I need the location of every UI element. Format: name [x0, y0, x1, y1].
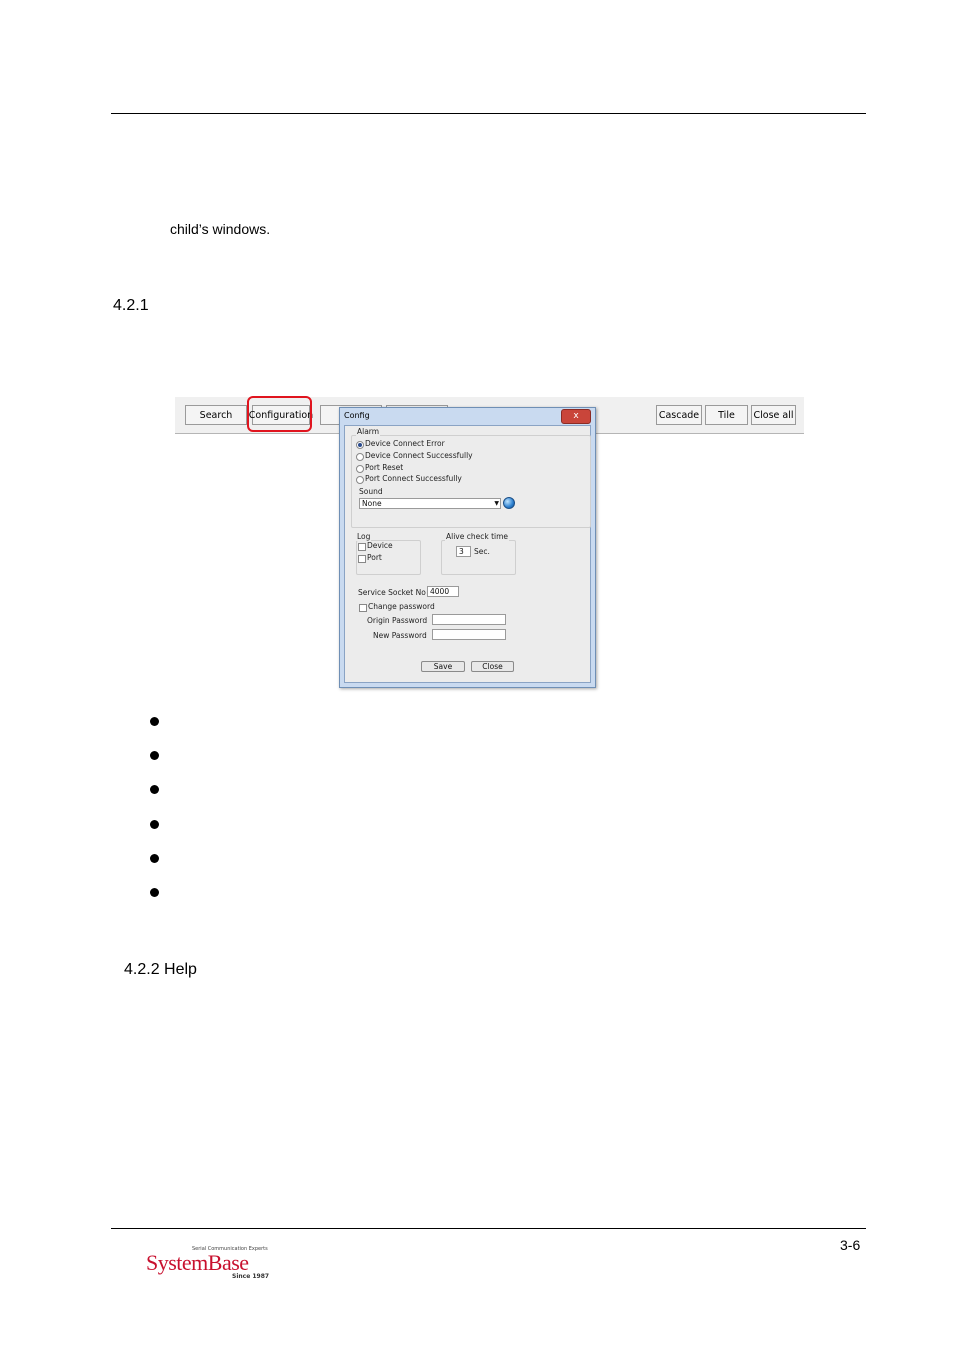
change-password-label: Change password — [368, 602, 435, 611]
alive-check-unit: Sec. — [474, 547, 490, 556]
sound-select[interactable]: None ▼ — [359, 498, 501, 509]
bullet-point — [150, 888, 159, 897]
alive-check-input[interactable]: 3 — [456, 546, 471, 557]
radio-port-connect-successfully[interactable] — [356, 476, 364, 484]
configuration-highlight — [247, 396, 312, 432]
dialog-client-area: Alarm Device Connect Error Device Connec… — [344, 425, 591, 683]
log-device-label: Device — [367, 541, 393, 550]
radio-label: Device Connect Error — [365, 439, 445, 448]
alive-check-group — [441, 540, 516, 575]
intro-text: child’s windows. — [170, 221, 271, 237]
radio-device-connect-error[interactable] — [356, 441, 364, 449]
socket-label: Service Socket No — [358, 588, 426, 597]
bullet-point — [150, 820, 159, 829]
close-all-button[interactable]: Close all — [751, 405, 796, 425]
alive-check-label: Alive check time — [445, 532, 510, 541]
dialog-title: Config — [344, 411, 370, 420]
log-group-label: Log — [356, 532, 372, 541]
close-button[interactable]: Close — [471, 661, 514, 672]
cascade-button[interactable]: Cascade — [656, 405, 702, 425]
section-heading: 4.2.1 — [113, 297, 149, 314]
sound-label: Sound — [359, 487, 383, 496]
log-port-label: Port — [367, 553, 382, 562]
origin-password-label: Origin Password — [367, 616, 428, 625]
footer-rule — [111, 1228, 866, 1229]
radio-label: Port Connect Successfully — [365, 474, 462, 483]
tile-button[interactable]: Tile — [705, 405, 748, 425]
sound-select-value: None — [362, 499, 382, 508]
play-sound-icon[interactable] — [503, 497, 515, 509]
radio-port-reset[interactable] — [356, 465, 364, 473]
page-number: 3-6 — [840, 1237, 861, 1253]
search-button[interactable]: Search — [185, 405, 247, 425]
log-device-checkbox[interactable] — [358, 543, 366, 551]
log-port-checkbox[interactable] — [358, 555, 366, 563]
change-password-checkbox[interactable] — [359, 604, 367, 612]
radio-device-connect-successfully[interactable] — [356, 453, 364, 461]
bullet-point — [150, 785, 159, 794]
chevron-down-icon: ▼ — [494, 500, 499, 507]
socket-input[interactable]: 4000 — [427, 586, 459, 597]
radio-label: Device Connect Successfully — [365, 451, 473, 460]
help-heading: 4.2.2 Help — [124, 961, 197, 978]
new-password-field[interactable] — [432, 629, 506, 640]
save-button[interactable]: Save — [421, 661, 465, 672]
logo-since: Since 1987 — [232, 1273, 270, 1280]
alarm-group-label: Alarm — [356, 427, 381, 436]
bullet-point — [150, 751, 159, 760]
bullet-point — [150, 717, 159, 726]
new-password-label: New Password — [373, 631, 427, 640]
header-rule — [111, 113, 866, 114]
radio-label: Port Reset — [365, 463, 404, 472]
systembase-logo: Serial Communication Experts SystemBase … — [146, 1246, 276, 1284]
config-dialog: Config x Alarm Device Connect Error Devi… — [339, 407, 596, 688]
bullet-point — [150, 854, 159, 863]
origin-password-field[interactable] — [432, 614, 506, 625]
close-icon[interactable]: x — [561, 409, 591, 424]
